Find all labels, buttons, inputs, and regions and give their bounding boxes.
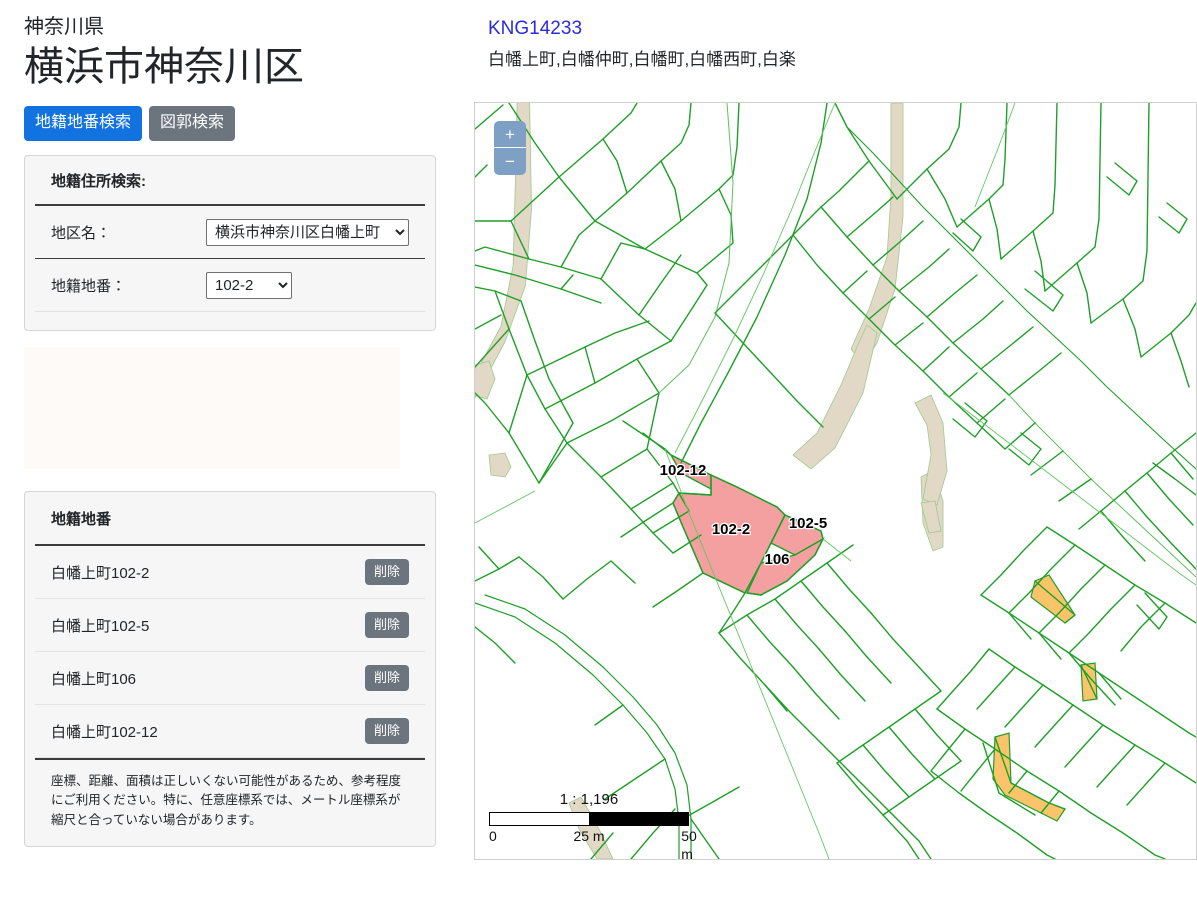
district-label: 地区名： [51,224,112,242]
cadastral-map-svg[interactable]: 102-12 102-2 102-5 106 [475,103,1196,859]
address-search-title: 地籍住所検索: [35,156,425,206]
parcel-label: 102-12 [660,462,707,479]
list-item-label: 白幡上町102-5 [51,617,150,635]
chiban-label: 地籍地番： [51,277,127,295]
parcel-label: 102-2 [712,521,750,538]
delete-button[interactable]: 削除 [364,558,409,586]
list-item[interactable]: 白幡上町102-12 削除 [35,705,425,758]
scale-segment-black [589,813,688,825]
scale-tick-0: 0 [489,828,497,844]
accuracy-note: 座標、距離、面積は正しいくない可能性があるため、参考程度にご利用ください。特に、… [51,774,402,827]
parcel-label: 102-5 [789,515,827,532]
map-canvas[interactable]: + − 102-12 102-2 102-5 106 1: 1,196 0 2… [474,102,1197,860]
map-zoom-controls: + − [494,121,526,175]
scale-tick-labels: 0 25 m 50 m [489,827,697,859]
chiban-select[interactable]: 102-2 [206,271,292,299]
chiban-list-title: 地籍地番 [35,492,425,546]
scale-tick-25: 25 m [573,828,605,844]
map-side: KNG14233 白幡上町,白幡仲町,白幡町,白幡西町,白楽 + − 102-1… [474,0,1197,897]
scale-segment-white [490,813,589,825]
delete-button[interactable]: 削除 [364,611,409,639]
scale-tick-50: 50 m [681,828,697,860]
panel-footer-spacer [25,312,435,330]
page-title: 横浜市神奈川区 [24,45,304,89]
delete-button[interactable]: 削除 [364,717,409,745]
list-item[interactable]: 白幡上町102-2 削除 [35,546,425,599]
tab-zukaku-search[interactable]: 図郭検索 [149,106,236,141]
scale-ratio-text: 1 : 1,196 [559,791,619,808]
info-display-box [24,347,400,469]
list-item[interactable]: 白幡上町102-5 削除 [35,599,425,652]
map-sheet-id[interactable]: KNG14233 [474,0,1197,42]
list-item-label: 白幡上町106 [51,670,137,688]
scale-bar-graphic [489,812,689,826]
district-row: 地区名： 横浜市神奈川区白幡上町 [35,206,425,259]
list-item-label: 白幡上町102-2 [51,564,150,582]
zoom-in-icon[interactable]: + [494,121,526,148]
delete-button[interactable]: 削除 [364,664,409,692]
tab-chiseki-search[interactable]: 地籍地番検索 [24,106,143,141]
parcel-label: 106 [764,551,789,568]
list-item-label: 白幡上町102-12 [51,723,158,741]
map-area-names: 白幡上町,白幡仲町,白幡町,白幡西町,白楽 [488,50,796,69]
address-search-panel: 地籍住所検索: 地区名： 横浜市神奈川区白幡上町 地籍地番： 102-2 [24,155,436,331]
list-item[interactable]: 白幡上町106 削除 [35,652,425,705]
map-scale-bar: 1 : 1,196 0 25 m 50 m [489,791,697,859]
prefecture-name: 神奈川県 [24,16,104,38]
district-select[interactable]: 横浜市神奈川区白幡上町 [206,218,409,246]
chiban-row: 地籍地番： 102-2 [35,259,425,312]
zoom-out-icon[interactable]: − [494,148,526,175]
sidebar: 神奈川県 横浜市神奈川区 地籍地番検索 図郭検索 地籍住所検索: 地区名： 横浜… [0,0,460,897]
page-root: 神奈川県 横浜市神奈川区 地籍地番検索 図郭検索 地籍住所検索: 地区名： 横浜… [0,0,1197,897]
chiban-list-panel: 地籍地番 白幡上町102-2 削除 白幡上町102-5 削除 白幡上町106 削… [24,491,436,848]
search-mode-tabs: 地籍地番検索 図郭検索 [24,106,436,141]
